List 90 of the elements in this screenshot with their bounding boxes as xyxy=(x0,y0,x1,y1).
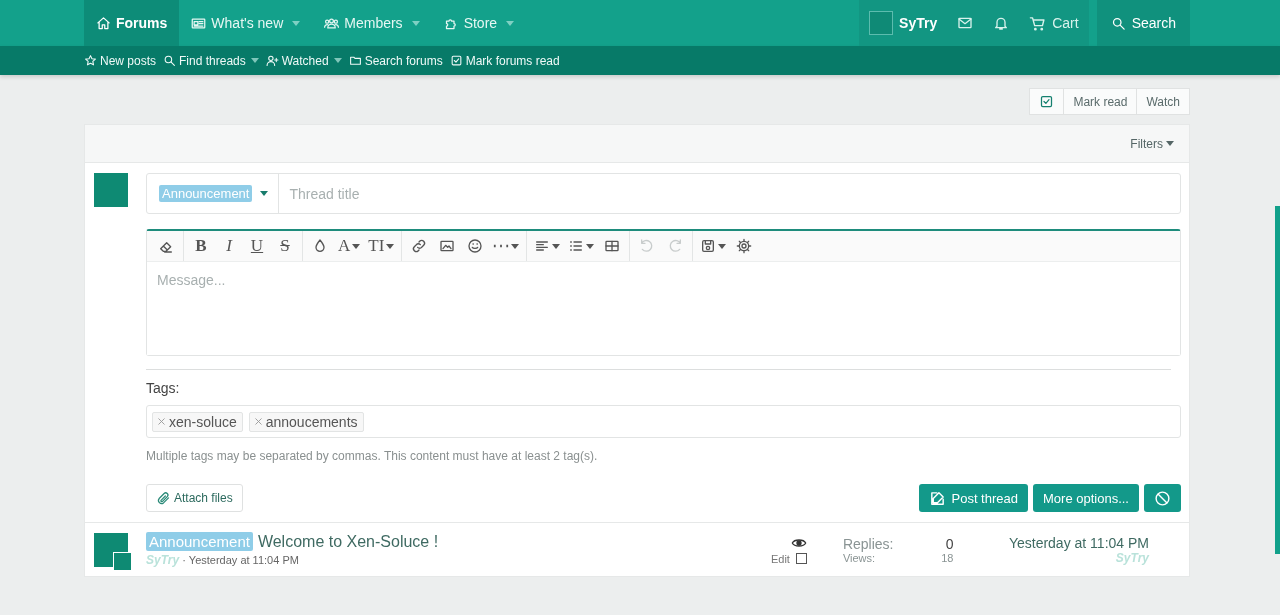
ban-icon xyxy=(1154,489,1171,507)
caret-icon xyxy=(292,20,301,26)
cancel-button[interactable] xyxy=(1144,484,1181,512)
separator-dot: · xyxy=(182,554,186,566)
droplet-icon xyxy=(312,238,328,254)
action-button[interactable]: Watch xyxy=(1136,88,1190,115)
italic-button[interactable]: I xyxy=(215,233,243,259)
attach-files-button[interactable]: Attach files xyxy=(146,484,243,512)
caret-icon xyxy=(586,243,595,249)
caret-icon xyxy=(386,243,395,249)
paperclip-icon xyxy=(156,490,171,506)
replies-count: 0 xyxy=(944,535,954,552)
tags-label: Tags: xyxy=(146,380,181,396)
edit-icon xyxy=(928,489,946,507)
people-icon xyxy=(324,15,340,31)
caret-icon xyxy=(333,58,342,63)
caret-icon xyxy=(718,243,727,249)
checkbox-icon xyxy=(1039,94,1055,109)
action-button[interactable]: Mark read xyxy=(1063,88,1138,115)
account-link[interactable]: SyTry xyxy=(859,0,948,46)
prefix-label: Announcement xyxy=(159,185,253,202)
image-icon xyxy=(439,238,456,254)
subnav-link[interactable]: Search forums xyxy=(348,53,450,68)
subnav-link[interactable]: New posts xyxy=(84,53,164,68)
search-button[interactable]: Search xyxy=(1096,0,1190,46)
bell-icon xyxy=(993,15,1010,31)
cart-icon xyxy=(1029,14,1047,32)
edit-label: Edit xyxy=(770,552,790,565)
select-toggle-button[interactable] xyxy=(1029,88,1065,115)
thread-title-link[interactable]: Welcome to Xen-Soluce ! xyxy=(257,532,439,551)
nav-tab[interactable]: What's new xyxy=(179,0,313,46)
caret-icon xyxy=(1166,141,1174,146)
caret-icon xyxy=(250,58,259,63)
avatar xyxy=(869,11,894,35)
more-options-button[interactable]: More options... xyxy=(1033,484,1139,512)
align-lines-icon xyxy=(534,238,551,254)
mail-icon xyxy=(957,15,974,31)
replies-label: Replies: xyxy=(842,535,894,552)
remove-icon xyxy=(252,416,264,427)
caret-icon xyxy=(511,243,520,249)
select-checkbox[interactable] xyxy=(795,553,807,564)
text-format-button[interactable]: A xyxy=(334,233,365,259)
nav-tab[interactable]: Members xyxy=(312,0,432,46)
checkbox-icon xyxy=(449,54,463,67)
tags-hint: Multiple tags may be separated by commas. This content must have at least 2 tag(s). xyxy=(146,449,599,463)
nav-tab[interactable]: Store xyxy=(431,0,527,46)
views-count: 18 xyxy=(940,551,954,564)
subnav-link[interactable]: Mark forums read xyxy=(449,53,567,68)
subnav-link[interactable]: Watched xyxy=(265,53,349,68)
tag-chip[interactable]: annoucements xyxy=(248,411,364,432)
house-icon xyxy=(96,15,111,31)
tag-chip[interactable]: xen-soluce xyxy=(152,411,243,432)
smiley-icon xyxy=(467,238,484,254)
subnav-link[interactable]: Find threads xyxy=(163,53,266,68)
nav-tab[interactable]: Forums xyxy=(84,0,180,46)
last-post-date[interactable]: Yesterday at 11:04 PM xyxy=(1008,534,1149,551)
caret-icon xyxy=(352,243,361,249)
caret-icon xyxy=(260,191,269,196)
filters-button[interactable]: Filters xyxy=(1124,135,1180,152)
tags-field[interactable]: xen-soluce annoucements xyxy=(146,405,1181,438)
scrollbar[interactable] xyxy=(1275,206,1280,554)
star-icon xyxy=(84,54,97,67)
caret-icon xyxy=(411,20,420,26)
prefix-label: Announcement xyxy=(146,532,253,551)
message-field[interactable]: Message... xyxy=(147,261,1180,355)
link-icon xyxy=(411,238,428,254)
text-format-button[interactable]: TI xyxy=(364,233,399,259)
underline-button[interactable]: U xyxy=(243,233,271,259)
ellipsis-icon xyxy=(493,244,510,248)
newspaper-icon xyxy=(191,15,207,31)
list-icon xyxy=(568,238,585,254)
thread-date: Yesterday at 11:04 PM xyxy=(188,554,299,566)
table-icon xyxy=(604,238,621,254)
rich-text-editor[interactable]: B I U S A TI Message... xyxy=(146,229,1181,356)
caret-icon xyxy=(506,20,515,26)
search-icon xyxy=(1110,15,1126,31)
caret-icon xyxy=(552,243,561,249)
post-thread-button[interactable]: Post thread xyxy=(918,484,1028,512)
user-plus-icon xyxy=(265,54,279,67)
bold-button[interactable]: B xyxy=(187,233,215,259)
redo-icon xyxy=(667,238,684,254)
cart-link[interactable]: Cart xyxy=(1019,0,1089,46)
remove-icon xyxy=(156,416,167,427)
save-icon xyxy=(700,238,717,254)
strikethrough-button[interactable]: S xyxy=(271,233,299,259)
avatar xyxy=(94,173,128,207)
search-icon xyxy=(163,54,177,67)
folder-icon xyxy=(348,54,362,67)
views-label: Views: xyxy=(842,551,876,564)
gear-icon xyxy=(736,238,753,254)
